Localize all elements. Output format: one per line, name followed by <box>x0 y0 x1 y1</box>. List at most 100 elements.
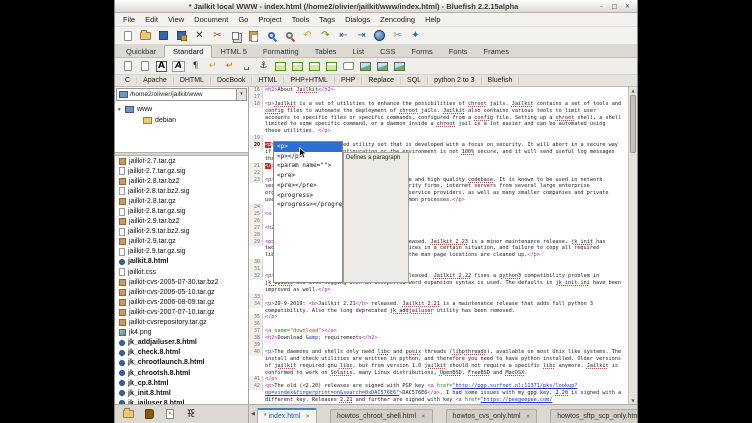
unindent-icon[interactable]: ⇤ <box>337 29 350 42</box>
file-item[interactable]: jk_addjailuser.8.html <box>115 338 248 348</box>
toolbar-tab[interactable]: Standard <box>164 45 212 58</box>
code-line[interactable]: 42 <p>The old (<2.20) releases are signe… <box>249 383 628 390</box>
save-icon[interactable] <box>157 29 170 42</box>
code-line[interactable]: 35 </p> <box>249 314 628 321</box>
quickstart-icon[interactable] <box>121 60 134 73</box>
file-item[interactable]: jk_cp.8.html <box>115 378 248 388</box>
code-line[interactable]: 37 <a name="download"></a> <box>249 328 628 335</box>
code-line[interactable]: improved as well.</p> <box>249 287 628 294</box>
file-item[interactable]: jailkit-2.9.tar.bz2 <box>115 217 248 227</box>
tree-item[interactable]: debian <box>115 115 248 126</box>
file-item[interactable]: jailkit.8.html <box>115 257 248 267</box>
non-breaking-space-icon[interactable]: ␣ <box>240 60 253 73</box>
snippet-tab[interactable]: PHP <box>335 77 362 84</box>
autocomplete-item[interactable]: <progress></progress> <box>274 200 342 210</box>
table-row-icon[interactable] <box>291 60 304 73</box>
code-line[interactable]: 36 <box>249 321 628 328</box>
tabs-scroll-left-icon[interactable]: ◀ <box>249 411 257 417</box>
toolbar-tab[interactable]: Forms <box>404 46 441 57</box>
toolbar-tab[interactable]: Quickbar <box>118 46 164 57</box>
combo-dropdown-arrow[interactable]: ▾ <box>236 89 246 100</box>
strip-markup-icon[interactable]: ✂ <box>391 29 404 42</box>
code-line[interactable]: accounts to specific files or specific c… <box>249 115 628 122</box>
filebrowser-tab-icon[interactable] <box>122 408 134 420</box>
menu-item[interactable]: Go <box>233 14 253 25</box>
thumbnail-icon[interactable] <box>376 60 389 73</box>
toolbar-tab[interactable]: Tables <box>307 46 345 57</box>
undo-icon[interactable]: ↶ <box>301 29 314 42</box>
insert-image-icon[interactable] <box>359 60 372 73</box>
code-line[interactable]: 34 <p>29-9-2019: <b>Jailkit 2.21</b> rel… <box>249 301 628 308</box>
directory-combo[interactable]: /home2/olivier/jailkit/www ▾ <box>116 88 247 101</box>
code-line[interactable]: these utilities. </p> <box>249 128 628 135</box>
tab-close-icon[interactable]: ✕ <box>305 414 310 420</box>
break-clear-icon[interactable]: ↵ <box>223 60 236 73</box>
file-item[interactable]: jailkit-2.8.tar.gz.sig <box>115 206 248 216</box>
snippet-tab[interactable]: DocBook <box>211 77 252 84</box>
zencoding-icon[interactable]: ✦ <box>409 29 422 42</box>
toolbar-tab[interactable]: Fonts <box>441 46 476 57</box>
minimize-button[interactable]: – <box>597 2 606 11</box>
menu-item[interactable]: Tools <box>287 14 315 25</box>
tab-close-icon[interactable]: ✕ <box>421 414 426 420</box>
toolbar-tab[interactable]: List <box>344 46 372 57</box>
snippet-tab[interactable]: python 2 to 3 <box>428 77 481 84</box>
code-line[interactable]: 41 </p> <box>249 376 628 383</box>
titlebar[interactable]: * Jailkit local WWW - index.html (/home2… <box>115 0 637 13</box>
snippets-tab-icon[interactable] <box>164 408 176 420</box>
snippet-tab[interactable]: Apache <box>137 77 174 84</box>
save-as-icon[interactable] <box>175 29 188 42</box>
code-line[interactable]: config files to automate the deployment … <box>249 108 628 115</box>
document-tab[interactable]: howtos_sftp_scp_only.html ✕ <box>550 409 637 423</box>
autocomplete-item[interactable]: <p> <box>274 142 342 152</box>
expander-icon[interactable]: ▾ <box>118 107 125 113</box>
autocomplete-item[interactable]: <param name=""> <box>274 161 342 171</box>
file-item[interactable]: jailkit-2.9.tar.gz <box>115 237 248 247</box>
file-item[interactable]: jailkit-cvs-2005-07-30.tar.bz2 <box>115 277 248 287</box>
snippet-tab[interactable]: PHP+HTML <box>284 77 335 84</box>
menu-item[interactable]: Help <box>420 14 445 25</box>
code-line[interactable]: 39 <box>249 342 628 349</box>
file-item[interactable]: jailkit-2.8.tar.bz2.sig <box>115 186 248 196</box>
table-data-icon[interactable] <box>325 60 338 73</box>
snippet-tab[interactable]: Replace <box>362 77 401 84</box>
scroll-up-icon[interactable]: ▲ <box>629 87 637 94</box>
autocomplete-item[interactable]: <progress> <box>274 191 342 201</box>
toolbar-tab[interactable]: HTML 5 <box>212 46 254 57</box>
code-line[interactable]: 16 <h2>About Jailkit</h2> <box>249 87 628 94</box>
autocomplete-item[interactable]: <pre></pre> <box>274 181 342 191</box>
file-item[interactable]: jailkit-2.7.tar.gz.sig <box>115 166 248 176</box>
code-line[interactable]: 38 <h2>Download &amp; requirements</h2> <box>249 335 628 342</box>
line-break-icon[interactable]: ↵ <box>206 60 219 73</box>
file-item[interactable]: jk4.png <box>115 328 248 338</box>
redo-icon[interactable]: ↷ <box>319 29 332 42</box>
code-line[interactable]: of jailkit required gnu libc, but from v… <box>249 363 628 370</box>
code-line[interactable]: 17 <box>249 94 628 101</box>
comment-icon[interactable] <box>342 60 355 73</box>
file-item[interactable]: jk_init.8.html <box>115 388 248 398</box>
file-item[interactable]: jailkit-2.9.tar.gz.sig <box>115 247 248 257</box>
code-line[interactable]: limited to some specific command, or a d… <box>249 121 628 128</box>
file-item[interactable]: jk_chrootlaunch.8.html <box>115 358 248 368</box>
menu-item[interactable]: Edit <box>140 14 163 25</box>
code-line[interactable]: 18 <p>Jailkit is a set of utilities to e… <box>249 101 628 108</box>
indent-icon[interactable]: ⇥ <box>355 29 368 42</box>
code-line[interactable]: different key. Releases 2.21 and further… <box>249 397 628 404</box>
scroll-down-icon[interactable]: ▼ <box>629 397 637 404</box>
autocomplete-item[interactable]: <p></p> <box>274 152 342 162</box>
document-tab[interactable]: howtos_chroot_shell.html ✕ <box>330 409 433 423</box>
code-line[interactable]: install and check utilities are written … <box>249 356 628 363</box>
close-button[interactable]: ✕ <box>623 2 632 11</box>
snippet-tab[interactable]: DHTML <box>174 77 211 84</box>
file-item[interactable]: jk_check.8.html <box>115 348 248 358</box>
code-line[interactable]: confirmed to work on Solaris, many Linux… <box>249 370 628 377</box>
file-item[interactable]: jailkit-cvsrepository.tar.gz <box>115 318 248 328</box>
snippet-tab[interactable]: Bluefish <box>482 77 520 84</box>
new-file-icon[interactable] <box>121 29 134 42</box>
autocomplete-item[interactable]: <pre> <box>274 171 342 181</box>
paragraph-icon[interactable]: ¶ <box>189 60 202 73</box>
snippet-tab[interactable]: SQL <box>401 77 428 84</box>
toolbar-tab[interactable]: CSS <box>372 46 403 57</box>
file-item[interactable]: jailkit-2.8.tar.gz <box>115 196 248 206</box>
menu-item[interactable]: Zencoding <box>375 14 420 25</box>
